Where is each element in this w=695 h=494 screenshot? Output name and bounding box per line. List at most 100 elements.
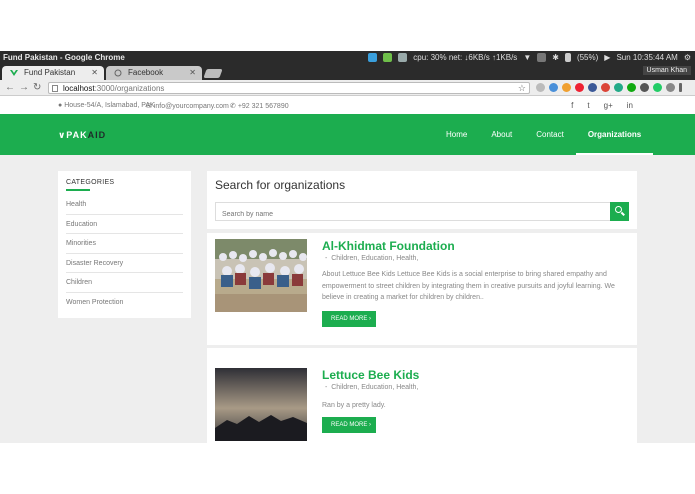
- profile-button[interactable]: Usman Khan: [642, 66, 691, 75]
- search-panel: Search for organizations: [207, 171, 637, 229]
- bluetooth-icon[interactable]: ✱: [552, 53, 559, 62]
- url-path: :3000/organizations: [94, 84, 165, 93]
- facebook-icon[interactable]: f: [571, 101, 573, 110]
- close-tab-icon[interactable]: ✕: [189, 68, 196, 77]
- organization-card: Lettuce Bee Kids - Children, Education, …: [207, 348, 637, 443]
- nav-about[interactable]: About: [479, 114, 524, 155]
- nav-contact[interactable]: Contact: [524, 114, 576, 155]
- phone-value: +92 321 567890: [237, 103, 289, 110]
- extension-icon[interactable]: [627, 83, 636, 92]
- extension-icon[interactable]: [640, 83, 649, 92]
- skype-icon[interactable]: [368, 53, 378, 62]
- extension-icon[interactable]: [588, 83, 597, 92]
- screen: Fund Pakistan - Google Chrome cpu: 30% n…: [0, 0, 695, 494]
- forward-icon[interactable]: →: [19, 82, 29, 93]
- organization-photo[interactable]: [215, 368, 307, 441]
- battery-icon[interactable]: [564, 53, 571, 62]
- category-education[interactable]: Education: [66, 215, 183, 234]
- tab-strip: Fund Pakistan ✕ Facebook ✕ Usman Khan: [0, 65, 695, 80]
- address-text: ● House-54/A, Islamabad, PAK: [58, 102, 155, 109]
- close-tab-icon[interactable]: ✕: [91, 68, 98, 77]
- category-children[interactable]: Children: [66, 273, 183, 293]
- extension-icon[interactable]: [549, 83, 558, 92]
- system-top-bar: Fund Pakistan - Google Chrome cpu: 30% n…: [0, 51, 695, 65]
- categories-heading: CATEGORIES: [66, 179, 115, 186]
- page-icon: [52, 85, 58, 92]
- window-title: Fund Pakistan - Google Chrome: [3, 53, 125, 62]
- extension-icon[interactable]: [601, 83, 610, 92]
- system-tray: cpu: 30% net: ↓6KB/s ↑1KB/s ▼ ✱ (55%) ▶ …: [368, 53, 691, 62]
- extension-icon[interactable]: [562, 83, 571, 92]
- organization-tags: - Children, Education, Health,: [325, 255, 419, 262]
- search-input[interactable]: [216, 206, 610, 223]
- organization-tags-text: Children, Education, Health,: [331, 384, 419, 391]
- loading-icon: [114, 69, 122, 77]
- extensions-bar: [536, 83, 682, 92]
- indicator-icon[interactable]: [398, 53, 408, 62]
- search-icon-handle: [621, 211, 625, 216]
- extension-icon[interactable]: [614, 83, 623, 92]
- bookmark-star-icon[interactable]: ☆: [518, 83, 526, 94]
- main-nav: Home About Contact Organizations: [434, 114, 654, 155]
- phone-text: ✆ +92 321 567890: [230, 103, 289, 110]
- linkedin-icon[interactable]: in: [627, 101, 633, 110]
- categories-sidebar: CATEGORIES Health Education Minorities D…: [58, 171, 191, 318]
- url-host: localhost: [63, 84, 95, 93]
- search-box: [215, 202, 611, 223]
- system-monitor-text: cpu: 30% net: ↓6KB/s ↑1KB/s: [413, 53, 518, 62]
- email-text[interactable]: ✉ info@yourcompany.com: [146, 102, 229, 110]
- browser-toolbar: ← → ↻ localhost:3000/organizations ☆: [0, 80, 695, 96]
- category-minorities[interactable]: Minorities: [66, 234, 183, 254]
- organization-photo[interactable]: [215, 239, 307, 312]
- menu-icon[interactable]: [679, 83, 682, 92]
- organization-tags-text: Children, Education, Health,: [331, 255, 419, 262]
- nav-organizations[interactable]: Organizations: [575, 114, 654, 155]
- organization-tags: - Children, Education, Health,: [325, 384, 419, 391]
- contact-info-bar: ● House-54/A, Islamabad, PAK ✉ info@your…: [0, 97, 695, 114]
- tab-facebook[interactable]: Facebook ✕: [106, 66, 202, 80]
- nav-home[interactable]: Home: [434, 114, 479, 155]
- keyboard-icon[interactable]: [537, 53, 547, 62]
- logo-part-2: AID: [87, 130, 107, 140]
- opera-icon[interactable]: [575, 83, 584, 92]
- address-bar[interactable]: localhost:3000/organizations ☆: [48, 82, 530, 94]
- read-more-button[interactable]: READ MORE ›: [322, 417, 376, 433]
- extension-icon[interactable]: [653, 83, 662, 92]
- back-icon[interactable]: ←: [5, 82, 15, 93]
- tab-label: Fund Pakistan: [24, 68, 76, 77]
- search-heading: Search for organizations: [215, 178, 346, 192]
- volume-icon[interactable]: ▶: [604, 53, 610, 62]
- address-value: House-54/A, Islamabad, PAK: [64, 102, 155, 109]
- power-icon[interactable]: ⚙: [684, 53, 691, 62]
- tab-fund-pakistan[interactable]: Fund Pakistan ✕: [2, 66, 104, 80]
- fund-pakistan-favicon-icon: [10, 70, 18, 76]
- tab-label: Facebook: [128, 68, 164, 77]
- category-health[interactable]: Health: [66, 195, 183, 215]
- site-header: ∨PAKAID Home About Contact Organizations: [0, 114, 695, 155]
- main-content: CATEGORIES Health Education Minorities D…: [0, 155, 695, 443]
- evernote-icon[interactable]: [383, 53, 393, 62]
- extension-icon[interactable]: [666, 83, 675, 92]
- google-plus-icon[interactable]: g+: [604, 101, 613, 110]
- logo[interactable]: ∨PAKAID: [58, 130, 106, 141]
- battery-percent: (55%): [576, 53, 599, 62]
- wifi-icon[interactable]: ▼: [523, 53, 531, 62]
- new-tab-button[interactable]: [203, 69, 223, 78]
- twitter-icon[interactable]: t: [587, 101, 589, 110]
- reload-icon[interactable]: ↻: [33, 82, 41, 93]
- read-more-button[interactable]: READ MORE ›: [322, 311, 376, 327]
- organization-description: Ran by a pretty lady.: [322, 402, 386, 409]
- organization-card: Al-Khidmat Foundation - Children, Educat…: [207, 233, 637, 345]
- extension-icon[interactable]: [536, 83, 545, 92]
- search-button[interactable]: [610, 202, 629, 221]
- organization-name[interactable]: Al-Khidmat Foundation: [322, 239, 455, 253]
- social-links: f t g+ in: [571, 101, 633, 110]
- clock[interactable]: Sun 10:35:44 AM: [616, 53, 677, 62]
- category-women-protection[interactable]: Women Protection: [66, 293, 183, 313]
- organization-name[interactable]: Lettuce Bee Kids: [322, 368, 419, 382]
- logo-part-1: ∨PAK: [58, 130, 88, 140]
- organization-description: About Lettuce Bee Kids Lettuce Bee Kids …: [322, 271, 615, 301]
- category-disaster-recovery[interactable]: Disaster Recovery: [66, 254, 183, 273]
- heading-underline: [66, 189, 90, 191]
- email-value: info@yourcompany.com: [153, 103, 229, 110]
